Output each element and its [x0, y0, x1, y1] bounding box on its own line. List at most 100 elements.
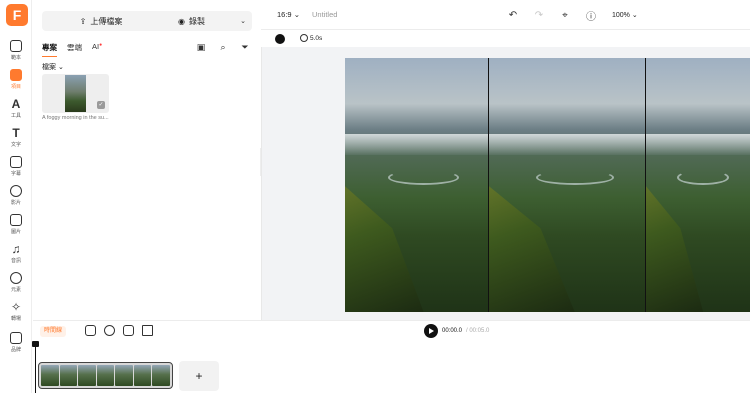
chevron-down-icon: ⌄ [240, 18, 246, 25]
media-name: A foggy morning in the su... [42, 115, 109, 121]
elements-icon [10, 272, 22, 284]
duration-control[interactable]: 5.0s [300, 34, 322, 42]
rail-item-elements[interactable]: 元素 [0, 270, 32, 296]
upload-button[interactable]: ⇪ 上傳檔案 [42, 16, 160, 27]
rail-label: 轉場 [10, 316, 21, 322]
rail-item-audio[interactable]: ♫ 音訊 [0, 241, 32, 267]
image-forest [646, 186, 704, 312]
rail-label: 字幕 [10, 171, 21, 177]
aspect-ratio-value: 16:9 [277, 10, 292, 19]
clip-frame [78, 365, 96, 386]
duration-value: 5.0s [310, 34, 323, 42]
help-icon[interactable]: ⓘ [584, 8, 598, 23]
record-button[interactable]: ◉ 錄製 [149, 16, 234, 27]
audio-icon: ♫ [11, 242, 21, 256]
duplicate-icon[interactable] [123, 325, 134, 336]
image-ridge [345, 134, 488, 155]
rail-item-templates[interactable]: 範本 [0, 38, 32, 64]
image-ridge [646, 134, 750, 155]
play-button[interactable] [424, 324, 438, 338]
app-logo[interactable]: F [6, 4, 28, 26]
add-track-icon[interactable] [85, 325, 96, 336]
redo-icon[interactable]: ↷ [532, 8, 546, 22]
capture-icon[interactable]: ⌖ [558, 8, 572, 22]
new-badge-icon: ● [99, 42, 103, 48]
aspect-ratio-select[interactable]: 16:9 ⌄ [277, 10, 300, 19]
chevron-down-icon: ⌄ [631, 12, 638, 19]
rail-item-ai-tools[interactable]: A 工具 [0, 96, 32, 122]
current-time: 00:00.0 [442, 328, 463, 334]
rail-item-project[interactable]: 項目 [0, 67, 32, 93]
timeline-tools [85, 325, 153, 336]
folder-dropdown[interactable]: 檔案 ⌄ [42, 62, 64, 72]
chevron-down-icon: ⌄ [57, 64, 64, 71]
search-icon[interactable]: ⌕ [216, 40, 230, 54]
left-rail: F 範本 項目 A 工具 T 文字 字幕 影片 圖片 ♫ 音訊 元素 ✧ 轉場 … [0, 0, 32, 393]
text-icon: T [12, 126, 20, 140]
clock-icon [300, 34, 308, 42]
video-icon [10, 185, 22, 197]
background-color-swatch[interactable] [275, 34, 285, 44]
record-button-group: ◉ 錄製 ⌄ [149, 11, 252, 31]
timeline: 時間線 00:00.0 / 00:05.0 + [32, 320, 750, 393]
effects-icon: ✧ [10, 300, 22, 314]
top-bar: 16:9 ⌄ Untitled ↶ ↷ ⌖ ⓘ 100% ⌄ [261, 0, 750, 30]
rail-label: 工具 [10, 113, 21, 119]
chevron-down-icon: ⌄ [293, 10, 300, 19]
clip-frame [115, 365, 133, 386]
tab-project[interactable]: 專案 [42, 42, 57, 57]
rail-item-video[interactable]: 影片 [0, 183, 32, 209]
zoom-select[interactable]: 100% ⌄ [612, 11, 638, 19]
image-forest [345, 186, 424, 312]
folder-label: 檔案 [42, 64, 56, 71]
clip-frame [41, 365, 59, 386]
rail-item-subtitles[interactable]: 字幕 [0, 154, 32, 180]
rail-label: 元素 [10, 287, 21, 293]
rail-item-brand[interactable]: 品牌 [0, 330, 32, 356]
canvas-frame [345, 58, 488, 312]
playhead[interactable] [32, 341, 39, 393]
image-river [677, 169, 730, 185]
rail-label: 音訊 [10, 258, 21, 264]
total-time: / 00:05.0 [466, 328, 490, 334]
rail-label: 圖片 [10, 229, 21, 235]
media-item[interactable]: ✓ [42, 74, 109, 113]
project-title[interactable]: Untitled [312, 10, 337, 19]
record-dropdown-button[interactable]: ⌄ [234, 11, 252, 31]
upload-label: 上傳檔案 [90, 16, 123, 26]
undo-icon[interactable]: ↶ [506, 8, 520, 22]
media-tabs: 專案 雲端 AI● [42, 42, 102, 57]
timeline-tag[interactable]: 時間線 [40, 326, 67, 337]
canvas-frame [646, 58, 750, 312]
add-clip-button[interactable]: + [179, 361, 219, 391]
split-icon[interactable] [104, 325, 115, 336]
tab-cloud[interactable]: 雲端 [67, 42, 82, 57]
preview-canvas[interactable] [345, 58, 750, 312]
timeline-clip[interactable] [38, 362, 173, 389]
top-tools: ↶ ↷ ⌖ ⓘ 100% ⌄ [506, 8, 638, 23]
rail-item-text[interactable]: T 文字 [0, 125, 32, 151]
delete-icon[interactable] [142, 325, 153, 336]
clip-frame [59, 365, 78, 386]
image-river [387, 169, 460, 185]
rail-label: 範本 [10, 55, 21, 61]
image-icon [10, 214, 22, 226]
upload-icon [10, 69, 22, 81]
rail-item-effects[interactable]: ✧ 轉場 [0, 299, 32, 325]
upload-icon: ⇪ [79, 16, 87, 26]
rail-label: 項目 [10, 84, 21, 90]
media-panel: ⇪ 上傳檔案 ⌄ ◉ 錄製 ⌄ 專案 雲端 AI● ▣ ⌕ ⏷ 檔案 ⌄ ✓ A… [33, 0, 260, 320]
record-label: 錄製 [188, 16, 205, 26]
record-icon: ◉ [178, 16, 185, 26]
template-icon [10, 40, 22, 52]
rail-item-images[interactable]: 圖片 [0, 212, 32, 238]
tab-ai[interactable]: AI● [92, 42, 102, 57]
subtitle-icon [10, 156, 22, 168]
checkbox-icon[interactable]: ✓ [97, 101, 105, 109]
zoom-value: 100% [612, 12, 630, 19]
rail-label: 影片 [10, 200, 21, 206]
image-forest [489, 186, 575, 312]
filter-icon[interactable]: ⏷ [238, 40, 252, 54]
clip-frame [133, 365, 152, 386]
new-folder-icon[interactable]: ▣ [194, 40, 208, 54]
